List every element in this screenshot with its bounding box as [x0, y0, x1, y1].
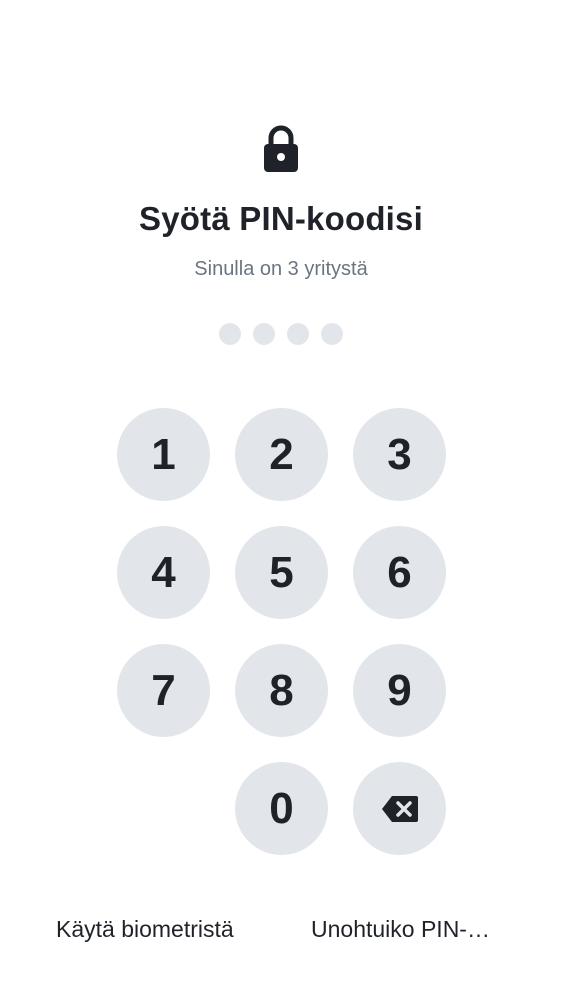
key-label: 3 [387, 429, 412, 479]
use-biometric-link[interactable]: Käytä biometristä [56, 916, 234, 943]
key-2[interactable]: 2 [235, 408, 328, 501]
key-label: 7 [151, 665, 176, 715]
key-5[interactable]: 5 [235, 526, 328, 619]
pin-dot [321, 323, 343, 345]
pin-indicator [0, 323, 562, 345]
key-9[interactable]: 9 [353, 644, 446, 737]
page-title: Syötä PIN-koodisi [139, 200, 423, 237]
key-7[interactable]: 7 [117, 644, 210, 737]
key-4[interactable]: 4 [117, 526, 210, 619]
key-6[interactable]: 6 [353, 526, 446, 619]
pin-dot [219, 323, 241, 345]
backspace-button[interactable] [353, 762, 446, 855]
lock-icon [262, 125, 300, 173]
key-label: 0 [269, 783, 294, 833]
key-label: 6 [387, 547, 412, 597]
key-label: 2 [269, 429, 294, 479]
key-label: 4 [151, 547, 176, 597]
key-label: 8 [269, 665, 294, 715]
key-label: 9 [387, 665, 412, 715]
key-8[interactable]: 8 [235, 644, 328, 737]
forgot-pin-link[interactable]: Unohtuiko PIN-… [311, 916, 490, 943]
key-1[interactable]: 1 [117, 408, 210, 501]
attempts-remaining-text: Sinulla on 3 yritystä [194, 258, 368, 280]
pin-dot [253, 323, 275, 345]
key-label: 5 [269, 547, 294, 597]
backspace-icon [381, 795, 419, 823]
pin-dot [287, 323, 309, 345]
key-label: 1 [151, 429, 176, 479]
key-3[interactable]: 3 [353, 408, 446, 501]
key-0[interactable]: 0 [235, 762, 328, 855]
